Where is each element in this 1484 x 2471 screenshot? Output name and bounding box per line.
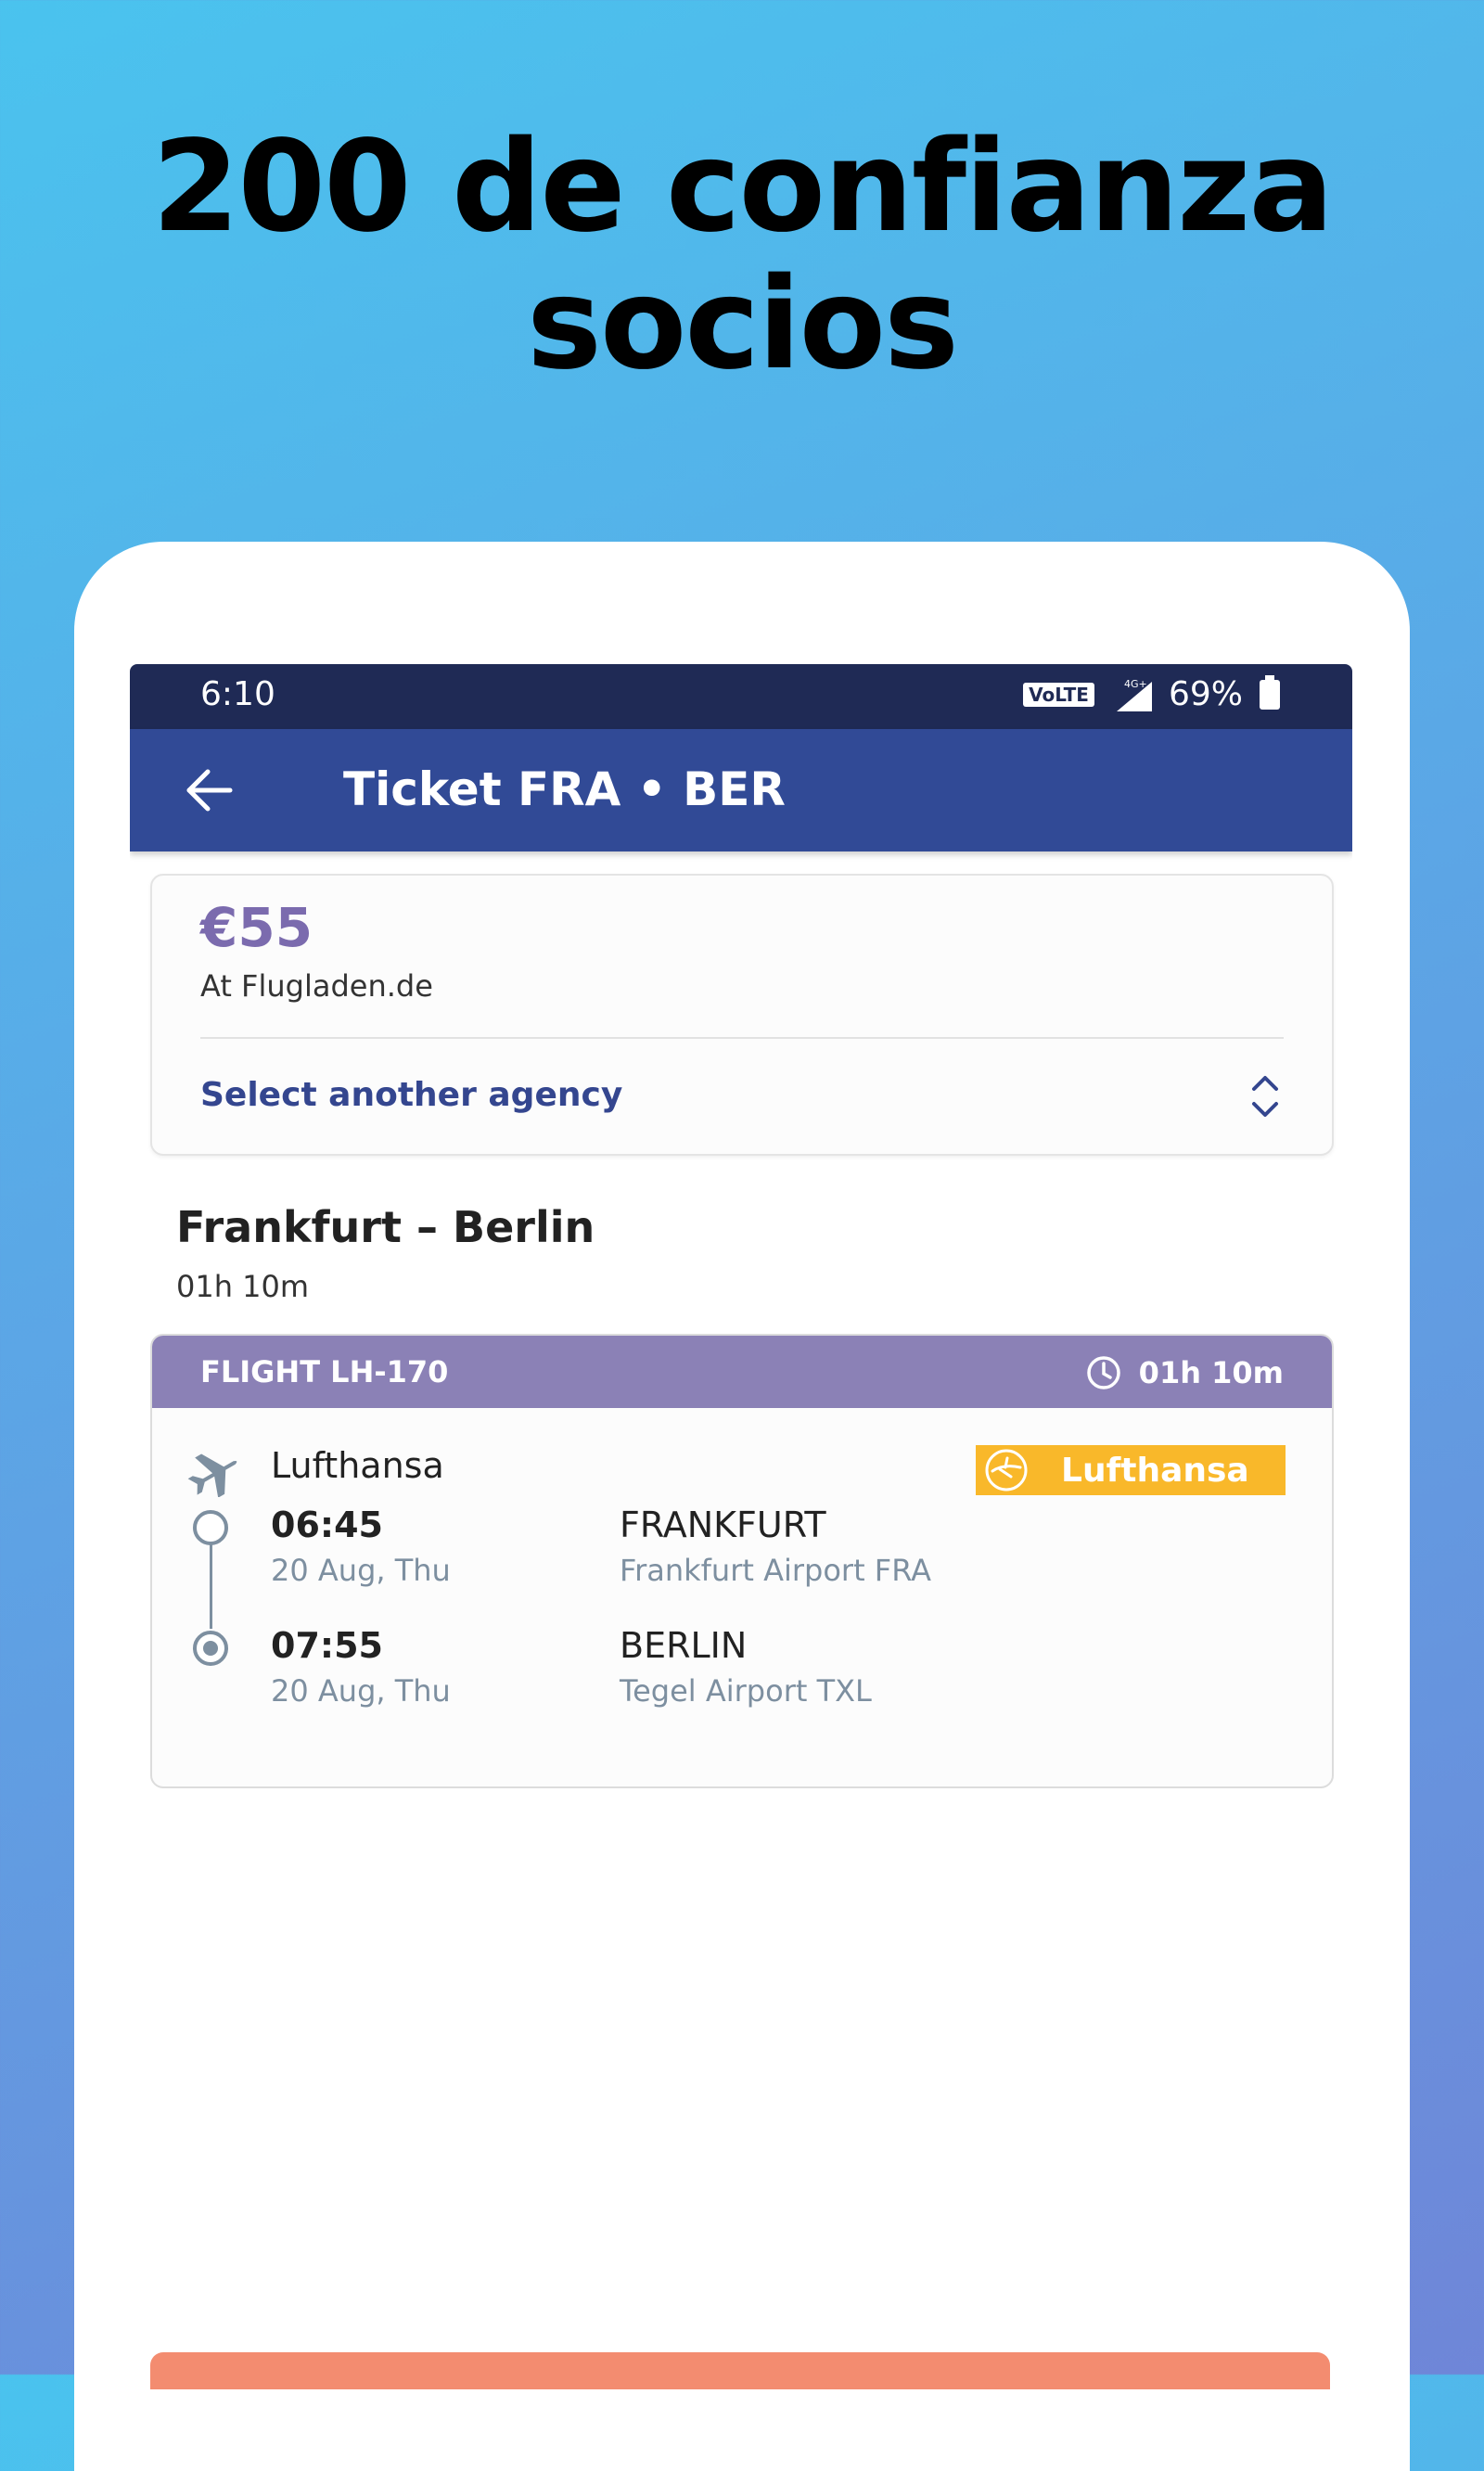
flight-card: FLIGHT LH-170 01h 10m Lufthansa Lufthans… bbox=[150, 1334, 1334, 1788]
departure-city: FRANKFURT bbox=[620, 1504, 826, 1545]
volte-icon: VoLTE bbox=[1023, 682, 1094, 707]
logo-text: Lufthansa bbox=[1061, 1451, 1249, 1490]
airplane-icon bbox=[187, 1453, 237, 1497]
arrival-airport: Tegel Airport TXL bbox=[620, 1673, 872, 1709]
signal-icon: 4G+ bbox=[1116, 678, 1152, 711]
route-duration: 01h 10m bbox=[176, 1269, 310, 1304]
app-bar: Ticket FRA • BER bbox=[130, 729, 1352, 851]
flight-number: FLIGHT LH-170 bbox=[200, 1354, 449, 1389]
timeline-line bbox=[210, 1532, 212, 1629]
page-title: Ticket FRA • BER bbox=[343, 762, 786, 816]
flight-duration: 01h 10m bbox=[1085, 1354, 1284, 1391]
departure-airport: Frankfurt Airport FRA bbox=[620, 1553, 932, 1588]
status-time: 6:10 bbox=[200, 675, 275, 713]
phone-screen: 6:10 VoLTE 4G+ 69% Ticket FRA • BER €55 … bbox=[130, 664, 1352, 2375]
clock-icon bbox=[1086, 1356, 1120, 1389]
crane-logo-icon bbox=[985, 1449, 1028, 1492]
back-arrow-icon[interactable] bbox=[182, 762, 237, 818]
flight-header: FLIGHT LH-170 01h 10m bbox=[152, 1336, 1332, 1408]
status-bar: 6:10 VoLTE 4G+ 69% bbox=[130, 664, 1352, 729]
arrival-dot-icon bbox=[193, 1631, 228, 1666]
arrival-city: BERLIN bbox=[620, 1625, 748, 1666]
select-agency-button[interactable]: Select another agency bbox=[200, 1076, 622, 1114]
departure-dot-icon bbox=[193, 1510, 228, 1545]
flight-duration-text: 01h 10m bbox=[1138, 1355, 1284, 1390]
lufthansa-logo: Lufthansa bbox=[976, 1445, 1286, 1495]
arrival-time: 07:55 bbox=[271, 1625, 383, 1666]
bottom-action-button[interactable] bbox=[150, 2352, 1330, 2389]
departure-date: 20 Aug, Thu bbox=[271, 1553, 451, 1588]
departure-time: 06:45 bbox=[271, 1504, 383, 1545]
status-icons: VoLTE 4G+ 69% bbox=[1023, 674, 1280, 713]
promo-headline: 200 de confianza socios bbox=[0, 119, 1484, 393]
headline-line-1: 200 de confianza bbox=[151, 114, 1334, 261]
airline-name: Lufthansa bbox=[271, 1445, 444, 1486]
ticket-price: €55 bbox=[200, 896, 313, 959]
agency-name: At Flugladen.de bbox=[200, 968, 433, 1004]
expand-chevron-icon[interactable] bbox=[1247, 1070, 1284, 1122]
route-title: Frankfurt – Berlin bbox=[176, 1202, 595, 1252]
arrival-date: 20 Aug, Thu bbox=[271, 1673, 451, 1709]
headline-line-2: socios bbox=[527, 251, 959, 398]
divider bbox=[200, 1037, 1284, 1039]
price-card: €55 At Flugladen.de Select another agenc… bbox=[150, 874, 1334, 1156]
battery-percent: 69% bbox=[1168, 675, 1243, 713]
battery-icon bbox=[1260, 674, 1280, 710]
network-type: 4G+ bbox=[1124, 678, 1147, 690]
